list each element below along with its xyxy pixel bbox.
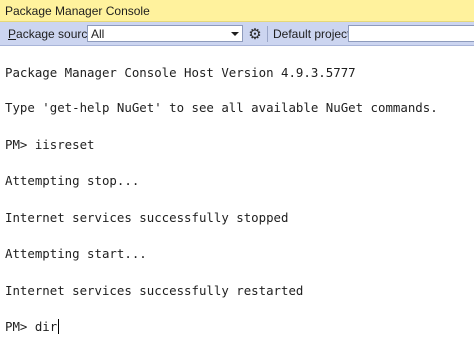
package-source-select[interactable]: All (87, 25, 243, 42)
package-source-value: All (91, 27, 105, 41)
package-source-label: Package source: (8, 27, 97, 41)
console-line: Package Manager Console Host Version 4.9… (5, 65, 356, 80)
console-line: PM> iisreset (5, 137, 95, 152)
console-line: Attempting start... (5, 246, 147, 261)
package-source-label-mnemonic: P (8, 27, 17, 41)
chevron-down-icon (231, 32, 239, 36)
text-caret (58, 319, 60, 334)
console-line: Internet services successfully stopped (5, 210, 289, 225)
gear-icon[interactable]: ⚙ (246, 25, 264, 43)
package-source-label-text: ackage source: (16, 27, 98, 41)
default-project-select[interactable] (348, 25, 474, 42)
console-prompt-line[interactable]: PM> dir (5, 319, 60, 335)
console-title-bar: Package Manager Console (0, 0, 474, 22)
console-line: Attempting stop... (5, 173, 140, 188)
console-toolbar: Package source: All ⚙ Default project: (0, 22, 474, 46)
console-line: Internet services successfully restarted (5, 283, 304, 298)
toolbar-separator (267, 26, 268, 42)
console-prompt-text: PM> dir (5, 319, 58, 334)
console-output[interactable]: Package Manager Console Host Version 4.9… (0, 46, 474, 339)
console-line: Type 'get-help NuGet' to see all availab… (5, 100, 438, 115)
default-project-label: Default project: (273, 27, 354, 41)
window-title: Package Manager Console (5, 4, 150, 18)
